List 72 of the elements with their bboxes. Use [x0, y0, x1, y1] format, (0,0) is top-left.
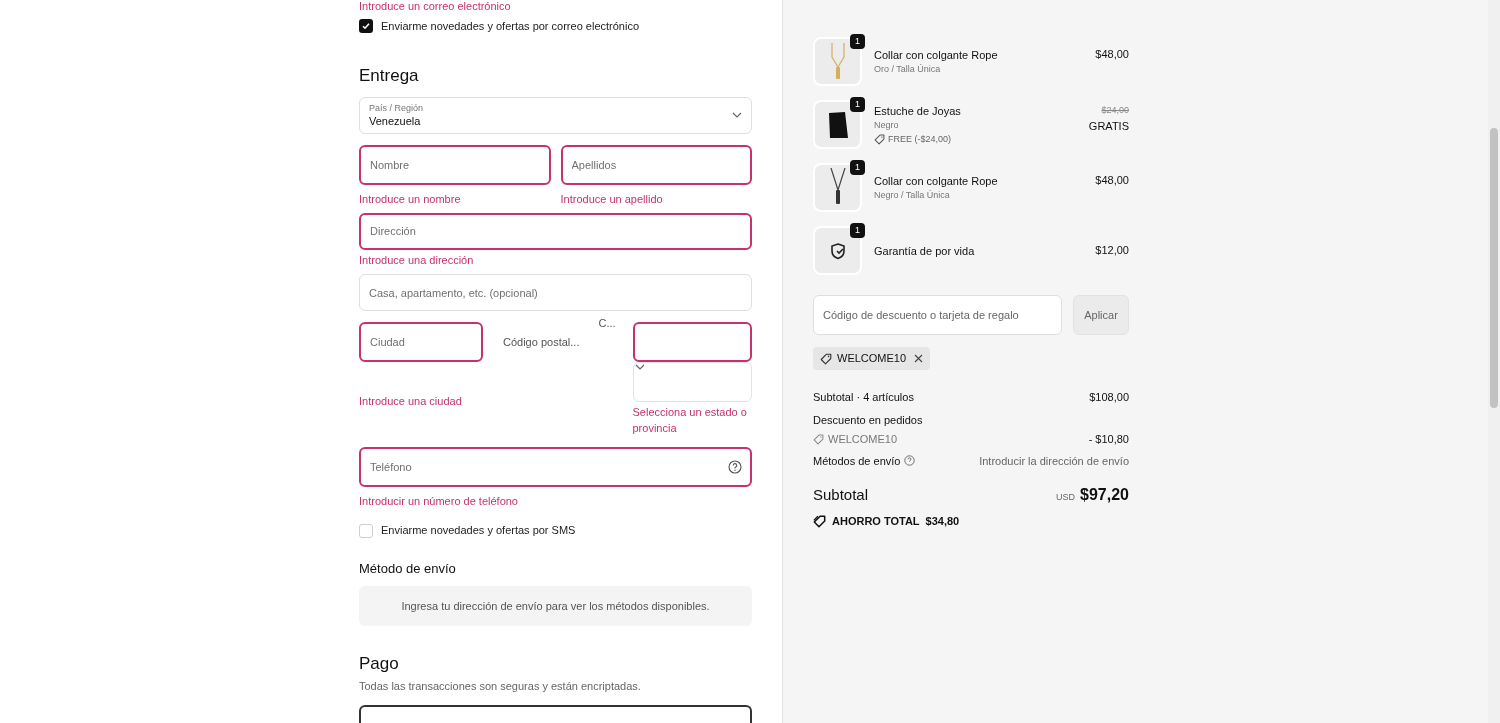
checkbox[interactable]	[359, 19, 373, 34]
summary-label: Métodos de envío	[813, 453, 901, 469]
help-icon[interactable]	[728, 459, 742, 474]
info-notice: Ingresa tu dirección de envío para ver los métodos disponibles.	[359, 586, 752, 626]
error-text: Introduce una ciudad	[359, 393, 463, 409]
caret-icon	[732, 112, 742, 119]
product-name: Collar con colgante Rope	[874, 48, 999, 63]
tag-icon	[813, 433, 824, 445]
total-value: $97,20	[1080, 485, 1129, 505]
product-price: $48,00	[1095, 173, 1129, 188]
summary-label: Subtotal · 4 artículos	[813, 390, 914, 405]
product-name: Garantía de por vida	[874, 243, 976, 259]
input-field[interactable]: Código postal...	[503, 321, 587, 362]
original-price: $24,00	[1101, 104, 1129, 117]
savings-value: $34,80	[925, 514, 960, 529]
checkbox-label: Enviarme novedades y ofertas por SMS	[381, 523, 576, 539]
shield-icon	[828, 241, 847, 260]
input-field[interactable]: Ciudad	[359, 321, 483, 362]
field-value: Venezuela	[369, 114, 422, 129]
product-price: $48,00	[1095, 47, 1129, 62]
pouch-drawing	[826, 110, 849, 139]
total-label: Subtotal	[813, 485, 869, 505]
apply-button[interactable]: Aplicar	[1073, 295, 1129, 335]
scrollbar[interactable]	[1488, 0, 1500, 723]
product-variant: Negro	[874, 118, 900, 132]
error-text: Selecciona un estado o provincia	[632, 404, 748, 436]
tags-icon	[813, 514, 826, 528]
input-field[interactable]: Dirección	[359, 213, 752, 250]
summary-value: Introducir la dirección de envío	[979, 453, 1129, 469]
quantity-badge: 1	[850, 160, 865, 175]
tag-icon	[820, 352, 832, 365]
discount-label: FREE (-$24,00)	[888, 132, 952, 146]
checkbox[interactable]	[359, 523, 373, 538]
section-subtitle: Todas las transacciones son seguras y están encriptadas.	[359, 679, 642, 695]
currency-code: USD	[1056, 491, 1076, 504]
tag-icon	[874, 134, 885, 145]
select-field[interactable]: País / Región Venezuela	[359, 97, 752, 134]
summary-label: Descuento en pedidos	[813, 412, 923, 428]
product-price: $12,00	[1095, 243, 1129, 259]
checkmark-icon	[361, 21, 371, 32]
field-label: País / Región	[369, 102, 424, 115]
product-name: Collar con colgante Rope	[874, 174, 999, 189]
input-field[interactable]: Teléfono	[359, 446, 752, 487]
quantity-badge: 1	[850, 34, 865, 49]
product-variant: Negro / Talla Única	[874, 189, 951, 202]
field-label: C...	[598, 315, 616, 331]
input-field[interactable]: Nombre	[359, 144, 551, 185]
section-heading: Entrega	[359, 64, 420, 87]
product-variant: Oro / Talla Única	[874, 63, 942, 76]
product-name: Estuche de Joyas	[874, 103, 962, 119]
discount-code: WELCOME10	[837, 351, 907, 367]
section-heading: Pago	[359, 652, 400, 675]
input-field[interactable]: Apellidos	[560, 144, 752, 185]
quantity-badge: 1	[850, 223, 865, 238]
caret-icon	[634, 363, 645, 370]
quantity-badge: 1	[850, 97, 865, 112]
error-text: Introducir un número de teléfono	[359, 493, 519, 509]
savings-label: AHORRO TOTAL	[832, 514, 920, 529]
summary-value: $108,00	[1089, 390, 1129, 405]
close-icon[interactable]	[914, 354, 924, 363]
dropdown-box[interactable]	[632, 361, 752, 402]
product-price: GRATIS	[1088, 118, 1129, 134]
payment-option-box[interactable]	[359, 704, 752, 723]
error-text: Introduce un apellido	[560, 191, 664, 207]
error-text: Introduce una dirección	[359, 252, 475, 268]
summary-value: - $10,80	[1088, 432, 1129, 447]
error-text: Introduce un correo electrónico	[359, 0, 511, 12]
section-heading: Método de envío	[359, 559, 457, 578]
error-text: Introduce un nombre	[359, 191, 462, 207]
select-field[interactable]	[632, 321, 752, 362]
checkbox-label: Enviarme novedades y ofertas por correo electrónico	[381, 19, 640, 34]
discount-code: WELCOME10	[828, 432, 898, 447]
